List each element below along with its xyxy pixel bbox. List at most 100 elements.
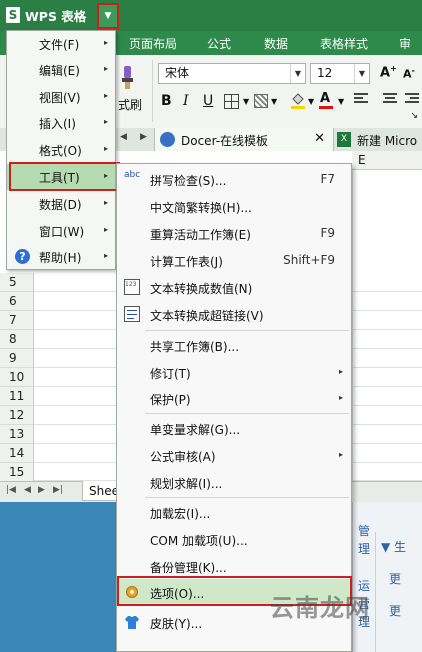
pane-text: 理 bbox=[358, 542, 371, 556]
nav-left-icon[interactable]: ◀ bbox=[120, 132, 127, 142]
chevron-down-icon[interactable]: ▼ bbox=[243, 97, 249, 106]
chevron-right-icon: ▸ bbox=[338, 367, 343, 376]
text-to-hyperlink-icon bbox=[124, 306, 140, 322]
decrease-font-icon[interactable]: A- bbox=[403, 66, 415, 81]
underline-button[interactable]: U bbox=[203, 93, 213, 109]
bold-button[interactable]: B bbox=[161, 93, 172, 109]
menu-item-format[interactable]: 格式(O) ▸ bbox=[7, 137, 115, 163]
chevron-down-icon: ▼ bbox=[104, 11, 112, 21]
menu-item-help[interactable]: ? 帮助(H) ▸ bbox=[7, 244, 115, 270]
font-name-value: 宋体 bbox=[165, 66, 190, 80]
chevron-right-icon: ▸ bbox=[103, 198, 108, 207]
row-header[interactable]: 14 bbox=[0, 444, 34, 463]
menu-item-formula-audit[interactable]: 公式审核(A) ▸ bbox=[117, 442, 351, 468]
font-name-select[interactable]: 宋体 ▼ bbox=[158, 63, 306, 84]
last-sheet-icon[interactable]: ▶| bbox=[53, 485, 63, 495]
doc-tab-new-label: 新建 Micro bbox=[357, 134, 418, 148]
format-painter-label[interactable]: 式刷 bbox=[118, 96, 142, 113]
increase-font-icon[interactable]: A+ bbox=[380, 64, 397, 80]
chevron-down-icon[interactable]: ▼ bbox=[308, 97, 314, 106]
menu-item-view[interactable]: 视图(V) ▸ bbox=[7, 84, 115, 110]
spell-check-icon: abc bbox=[124, 170, 141, 180]
menu-item-recalc-workbook[interactable]: 重算活动工作簿(E) F9 bbox=[117, 220, 351, 246]
app-name: WPS 表格 bbox=[25, 8, 87, 24]
menu-item-calc-sheet[interactable]: 计算工作表(J) Shift+F9 bbox=[117, 247, 351, 273]
chevron-right-icon: ▸ bbox=[103, 38, 108, 47]
doc-tab-new[interactable]: X 新建 Micro bbox=[335, 128, 422, 151]
menu-item-file[interactable]: 文件(F) ▸ bbox=[7, 31, 115, 57]
row-header[interactable]: 13 bbox=[0, 425, 34, 444]
align-right-icon[interactable] bbox=[405, 92, 419, 106]
nav-right-icon[interactable]: ▶ bbox=[140, 132, 147, 142]
chevron-right-icon: ▸ bbox=[338, 393, 343, 402]
font-color-icon[interactable]: A bbox=[318, 91, 334, 109]
font-size-select[interactable]: 12 ▼ bbox=[310, 63, 370, 84]
menu-item-share-workbook[interactable]: 共享工作簿(B)... bbox=[117, 332, 351, 358]
tab-page-layout[interactable]: 页面布局 bbox=[129, 35, 177, 52]
first-sheet-icon[interactable]: |◀ bbox=[6, 485, 16, 495]
menu-item-com-add-ins[interactable]: COM 加载项(U)... bbox=[117, 526, 351, 552]
sheet-tab[interactable]: Shee bbox=[82, 481, 119, 501]
font-size-value: 12 bbox=[317, 66, 333, 80]
row-header[interactable]: 8 bbox=[0, 330, 34, 349]
menu-item-revisions[interactable]: 修订(T) ▸ bbox=[117, 359, 351, 385]
row-header[interactable]: 10 bbox=[0, 368, 34, 387]
chevron-right-icon: ▸ bbox=[103, 91, 108, 100]
docer-icon bbox=[160, 132, 175, 147]
prev-sheet-icon[interactable]: ◀ bbox=[24, 485, 31, 495]
menu-separator bbox=[145, 497, 349, 498]
format-painter-icon[interactable] bbox=[114, 62, 140, 92]
menu-item-solver[interactable]: 规划求解(I)... bbox=[117, 469, 351, 495]
menu-item-add-ins[interactable]: 加载宏(I)... bbox=[117, 499, 351, 525]
menu-item-chinese-convert[interactable]: 中文简繁转换(H)... bbox=[117, 193, 351, 219]
menu-item-edit[interactable]: 编辑(E) ▸ bbox=[7, 57, 115, 83]
align-center-icon[interactable] bbox=[383, 92, 397, 106]
menu-item-window[interactable]: 窗口(W) ▸ bbox=[7, 218, 115, 244]
row-header[interactable]: 12 bbox=[0, 406, 34, 425]
chevron-down-icon[interactable]: ▼ bbox=[271, 97, 277, 106]
row-header[interactable]: 9 bbox=[0, 349, 34, 368]
menu-item-insert[interactable]: 插入(I) ▸ bbox=[7, 110, 115, 136]
chevron-right-icon: ▸ bbox=[338, 450, 343, 459]
tools-callout-outline bbox=[9, 162, 120, 191]
menu-item-goal-seek[interactable]: 单变量求解(G)... bbox=[117, 415, 351, 441]
align-icon[interactable] bbox=[354, 92, 368, 106]
row-header[interactable]: 6 bbox=[0, 292, 34, 311]
menu-item-protect[interactable]: 保护(P) ▸ bbox=[117, 385, 351, 411]
row-header[interactable]: 15 bbox=[0, 463, 34, 482]
row-header[interactable]: 11 bbox=[0, 387, 34, 406]
tab-data[interactable]: 数据 bbox=[264, 35, 288, 52]
menu-item-data[interactable]: 数据(D) ▸ bbox=[7, 191, 115, 217]
pane-link[interactable]: 更 bbox=[389, 570, 401, 587]
app-menu-dropdown-button[interactable]: ▼ bbox=[97, 3, 119, 29]
menu-item-text-to-number[interactable]: 123 文本转换成数值(N) bbox=[117, 274, 351, 300]
help-icon: ? bbox=[15, 249, 30, 264]
font-group-expander[interactable]: ↘ bbox=[380, 111, 422, 124]
pane-section-toggle[interactable]: ▼ 生 bbox=[381, 538, 406, 555]
menu-item-spell-check[interactable]: abc 拼写检查(S)... F7 bbox=[117, 166, 351, 192]
doc-tab-docer[interactable]: Docer-在线模板 ✕ bbox=[154, 128, 334, 151]
menu-separator bbox=[145, 413, 349, 414]
tab-table-style[interactable]: 表格样式 bbox=[320, 35, 368, 52]
wps-logo-icon: S bbox=[6, 7, 20, 23]
column-header[interactable]: E bbox=[352, 151, 422, 170]
italic-button[interactable]: I bbox=[183, 93, 189, 109]
desktop-background bbox=[0, 502, 118, 652]
close-icon[interactable]: ✕ bbox=[314, 131, 325, 146]
fill-color-icon[interactable] bbox=[290, 92, 306, 109]
borders-icon[interactable] bbox=[224, 94, 239, 109]
app-menu-button[interactable]: S WPS 表格 bbox=[2, 3, 98, 27]
chevron-right-icon: ▸ bbox=[103, 117, 108, 126]
row-header[interactable]: 7 bbox=[0, 311, 34, 330]
chevron-down-icon[interactable]: ▼ bbox=[338, 97, 344, 106]
app-menu: 文件(F) ▸ 编辑(E) ▸ 视图(V) ▸ 插入(I) ▸ 格式(O) ▸ … bbox=[6, 30, 116, 270]
next-sheet-icon[interactable]: ▶ bbox=[38, 485, 45, 495]
tab-formulas[interactable]: 公式 bbox=[207, 35, 231, 52]
cell-style-icon[interactable] bbox=[254, 94, 268, 108]
chevron-down-icon: ▼ bbox=[290, 64, 305, 83]
chevron-down-icon: ▼ bbox=[354, 64, 369, 83]
sheet-tab-label: Shee bbox=[89, 484, 119, 498]
chevron-right-icon: ▸ bbox=[103, 144, 108, 153]
menu-item-text-to-hyperlink[interactable]: 文本转换成超链接(V) bbox=[117, 301, 351, 327]
row-header[interactable]: 5 bbox=[0, 273, 34, 292]
